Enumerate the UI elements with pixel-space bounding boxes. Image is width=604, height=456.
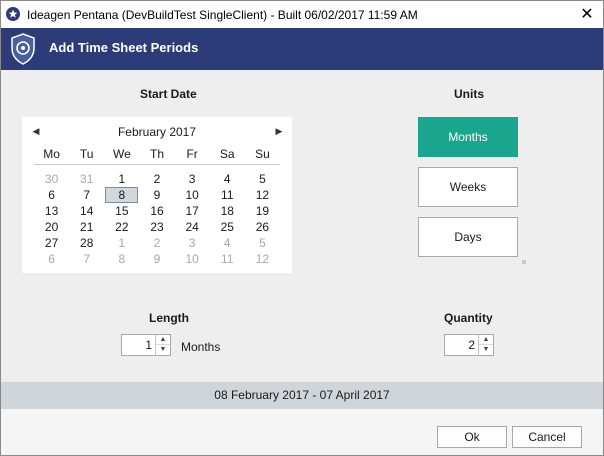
calendar-day[interactable]: 8 — [104, 251, 139, 267]
weekday-label: Fr — [186, 147, 198, 161]
weekday-label: Su — [255, 147, 270, 161]
calendar-day[interactable]: 9 — [139, 187, 174, 203]
calendar-day[interactable]: 4 — [210, 235, 245, 251]
calendar-day[interactable]: 20 — [34, 219, 69, 235]
calendar-day[interactable]: 4 — [210, 171, 245, 187]
calendar-day[interactable]: 9 — [139, 251, 174, 267]
start-date-label: Start Date — [140, 87, 197, 101]
length-down-icon[interactable]: ▼ — [156, 345, 170, 355]
calendar-day[interactable]: 2 — [139, 235, 174, 251]
units-days-button[interactable]: Days — [418, 217, 518, 257]
quantity-value[interactable]: 2 — [468, 335, 475, 355]
calendar-day[interactable]: 21 — [69, 219, 104, 235]
calendar-day[interactable]: 3 — [175, 235, 210, 251]
calendar-day[interactable]: 17 — [175, 203, 210, 219]
calendar-day[interactable]: 13 — [34, 203, 69, 219]
calendar-month-title[interactable]: February 2017 — [22, 125, 292, 139]
shield-icon — [11, 33, 35, 65]
calendar-day[interactable]: 1 — [104, 235, 139, 251]
length-stepper[interactable]: 1 ▲ ▼ — [121, 334, 171, 356]
dialog-window: Ideagen Pentana (DevBuildTest SingleClie… — [0, 0, 604, 456]
units-weeks-button[interactable]: Weeks — [418, 167, 518, 207]
length-label: Length — [149, 311, 189, 325]
close-icon: ✕ — [580, 6, 594, 23]
date-range-summary: 08 February 2017 - 07 April 2017 — [1, 382, 603, 409]
calendar-day[interactable]: 11 — [210, 251, 245, 267]
quantity-up-icon[interactable]: ▲ — [479, 335, 493, 345]
calendar-day[interactable]: 11 — [210, 187, 245, 203]
calendar-day[interactable]: 15 — [104, 203, 139, 219]
calendar-day[interactable]: 5 — [245, 235, 280, 251]
resize-grip — [522, 260, 526, 264]
calendar-day[interactable]: 2 — [139, 171, 174, 187]
calendar-day[interactable]: 22 — [104, 219, 139, 235]
calendar-day[interactable]: 30 — [34, 171, 69, 187]
app-icon — [6, 7, 20, 21]
calendar-day[interactable]: 27 — [34, 235, 69, 251]
window-title: Ideagen Pentana (DevBuildTest SingleClie… — [27, 8, 418, 22]
length-up-icon[interactable]: ▲ — [156, 335, 170, 345]
units-label: Units — [454, 87, 484, 101]
calendar-day[interactable]: 26 — [245, 219, 280, 235]
calendar-day[interactable]: 25 — [210, 219, 245, 235]
calendar-day[interactable]: 14 — [69, 203, 104, 219]
calendar-day[interactable]: 12 — [245, 187, 280, 203]
dialog-footer: Ok Cancel — [1, 409, 603, 455]
quantity-stepper-arrows: ▲ ▼ — [478, 335, 493, 355]
calendar-day[interactable]: 6 — [34, 187, 69, 203]
weekday-label: Mo — [43, 147, 60, 161]
close-button[interactable]: ✕ — [573, 5, 601, 25]
dialog-header: Add Time Sheet Periods — [1, 28, 603, 70]
length-stepper-arrows: ▲ ▼ — [155, 335, 170, 355]
calendar-day[interactable]: 12 — [245, 251, 280, 267]
quantity-label: Quantity — [444, 311, 493, 325]
dialog-body: Start Date ◀ February 2017 ▶ Mo Tu We Th… — [1, 70, 603, 382]
calendar-day[interactable]: 19 — [245, 203, 280, 219]
calendar-day[interactable]: 10 — [175, 187, 210, 203]
weekday-label: Sa — [219, 147, 235, 161]
calendar-day[interactable]: 6 — [34, 251, 69, 267]
calendar-day[interactable]: 31 — [69, 171, 104, 187]
units-months-button[interactable]: Months — [418, 117, 518, 157]
length-value[interactable]: 1 — [145, 335, 152, 355]
calendar-weekday-header: Mo Tu We Th Fr Sa Su — [34, 147, 280, 165]
calendar-day[interactable]: 24 — [175, 219, 210, 235]
title-bar[interactable]: Ideagen Pentana (DevBuildTest SingleClie… — [1, 1, 603, 28]
calendar-day-selected[interactable]: 8 — [105, 187, 139, 203]
quantity-down-icon[interactable]: ▼ — [479, 345, 493, 355]
calendar-day[interactable]: 18 — [210, 203, 245, 219]
next-month-icon[interactable]: ▶ — [273, 126, 285, 137]
calendar-day[interactable]: 7 — [69, 187, 104, 203]
start-date-calendar: ◀ February 2017 ▶ Mo Tu We Th Fr Sa Su 3… — [22, 117, 292, 273]
calendar-day[interactable]: 7 — [69, 251, 104, 267]
ok-button[interactable]: Ok — [437, 426, 507, 448]
weekday-label: Tu — [79, 147, 94, 161]
cancel-button[interactable]: Cancel — [512, 426, 582, 448]
dialog-title: Add Time Sheet Periods — [49, 40, 199, 55]
quantity-stepper[interactable]: 2 ▲ ▼ — [444, 334, 494, 356]
calendar-day-grid: 30 31 1 2 3 4 5 6 7 8 9 10 11 12 13 14 15 16 17 18 19 20 21 22 2… — [34, 171, 280, 267]
calendar-day[interactable]: 3 — [175, 171, 210, 187]
weekday-label: Th — [149, 147, 164, 161]
weekday-label: We — [112, 147, 131, 161]
calendar-day[interactable]: 5 — [245, 171, 280, 187]
length-unit-label: Months — [181, 340, 221, 354]
calendar-day[interactable]: 23 — [139, 219, 174, 235]
calendar-day[interactable]: 10 — [175, 251, 210, 267]
calendar-day[interactable]: 28 — [69, 235, 104, 251]
calendar-day[interactable]: 16 — [139, 203, 174, 219]
calendar-day[interactable]: 1 — [104, 171, 139, 187]
